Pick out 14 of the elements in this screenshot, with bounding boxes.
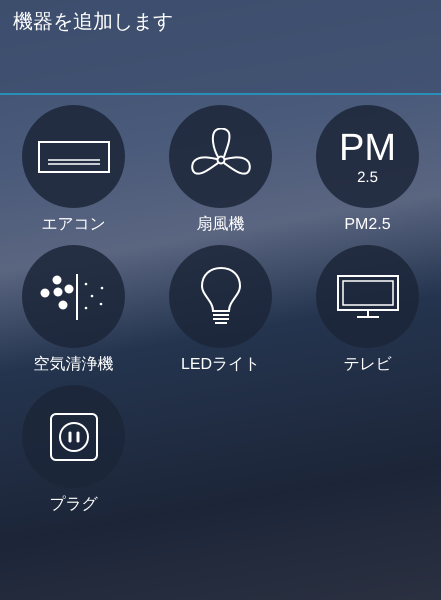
power-outlet-icon (50, 412, 98, 460)
air-conditioner-icon (38, 140, 110, 172)
device-label: 空気清浄機 (34, 355, 114, 375)
device-label: エアコン (42, 215, 106, 235)
screen-title: 機器を追加します (13, 10, 173, 35)
device-label: LEDライト (180, 355, 260, 375)
light-bulb-icon (200, 266, 242, 326)
device-button[interactable]: PM 2.5 (316, 105, 419, 208)
device-label: プラグ (50, 495, 98, 515)
device-label: 扇風機 (196, 215, 244, 235)
tv-icon (336, 274, 398, 318)
device-label: PM2.5 (344, 215, 391, 235)
device-label: テレビ (344, 355, 392, 375)
pm-icon: PM 2.5 (339, 128, 396, 184)
